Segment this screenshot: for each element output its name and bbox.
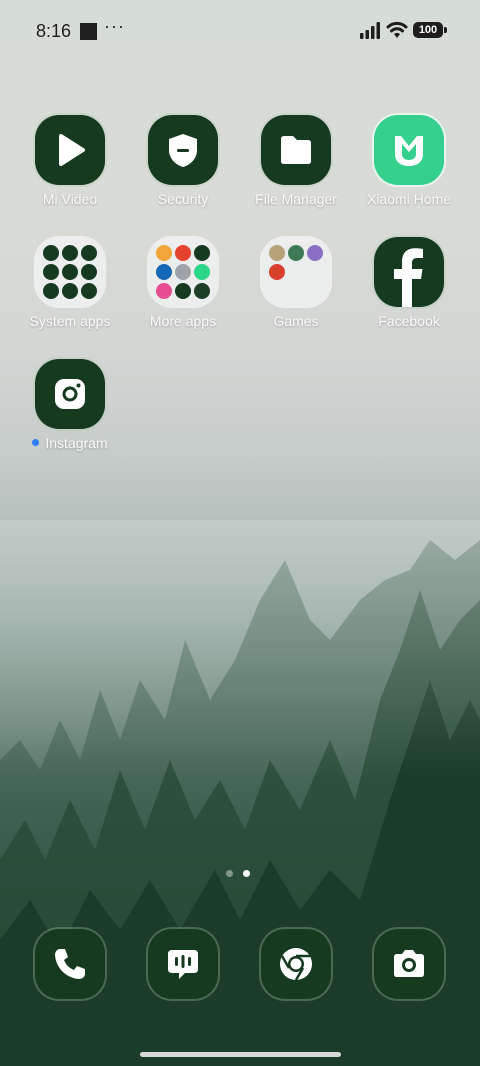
folder-games[interactable]: Games xyxy=(240,237,352,329)
app-label: System apps xyxy=(29,313,111,329)
facebook-icon xyxy=(374,237,444,307)
page-dot[interactable] xyxy=(226,870,233,877)
signal-icon xyxy=(360,22,380,39)
new-app-dot xyxy=(32,438,40,446)
dock-messages[interactable] xyxy=(148,929,218,999)
app-label: Security xyxy=(157,191,209,207)
messages-icon xyxy=(148,929,218,999)
folder-preview xyxy=(261,237,331,307)
app-mi-video[interactable]: Mi Video xyxy=(14,115,126,207)
play-icon xyxy=(35,115,105,185)
folder-preview xyxy=(35,237,105,307)
app-label: File Manager xyxy=(255,191,337,207)
xiaomi-home-icon xyxy=(374,115,444,185)
app-label: Facebook xyxy=(378,313,440,329)
page-indicator[interactable] xyxy=(226,864,260,882)
phone-icon xyxy=(35,929,105,999)
app-facebook[interactable]: Facebook xyxy=(353,237,465,329)
instagram-icon xyxy=(35,359,105,429)
app-file-manager[interactable]: File Manager xyxy=(240,115,352,207)
wifi-icon xyxy=(386,21,408,38)
chrome-icon xyxy=(261,929,331,999)
app-label: More apps xyxy=(149,313,217,329)
app-label: Instagram xyxy=(14,435,126,451)
status-bar: 8:16 ··· 100 xyxy=(0,14,480,48)
app-security[interactable]: Security xyxy=(127,115,239,207)
battery-icon: 100 xyxy=(413,22,447,38)
app-instagram[interactable]: Instagram xyxy=(14,359,126,451)
dock-phone[interactable] xyxy=(35,929,105,999)
folder-system-apps[interactable]: System apps xyxy=(14,237,126,329)
dock-camera[interactable] xyxy=(374,929,444,999)
app-xiaomi-home[interactable]: Xiaomi Home xyxy=(353,115,465,207)
folder-preview xyxy=(148,237,218,307)
app-label: Games xyxy=(273,313,319,329)
notification-icon xyxy=(80,23,97,40)
home-indicator[interactable] xyxy=(140,1052,341,1057)
shield-icon xyxy=(148,115,218,185)
folder-icon xyxy=(261,115,331,185)
status-time: 8:16 xyxy=(36,21,72,41)
dock-chrome[interactable] xyxy=(261,929,331,999)
folder-more-apps[interactable]: More apps xyxy=(127,237,239,329)
camera-icon xyxy=(374,929,444,999)
app-label: Mi Video xyxy=(42,191,98,207)
page-dot-active[interactable] xyxy=(243,870,250,877)
more-notifications-icon: ··· xyxy=(104,16,125,36)
app-label: Xiaomi Home xyxy=(366,191,452,207)
